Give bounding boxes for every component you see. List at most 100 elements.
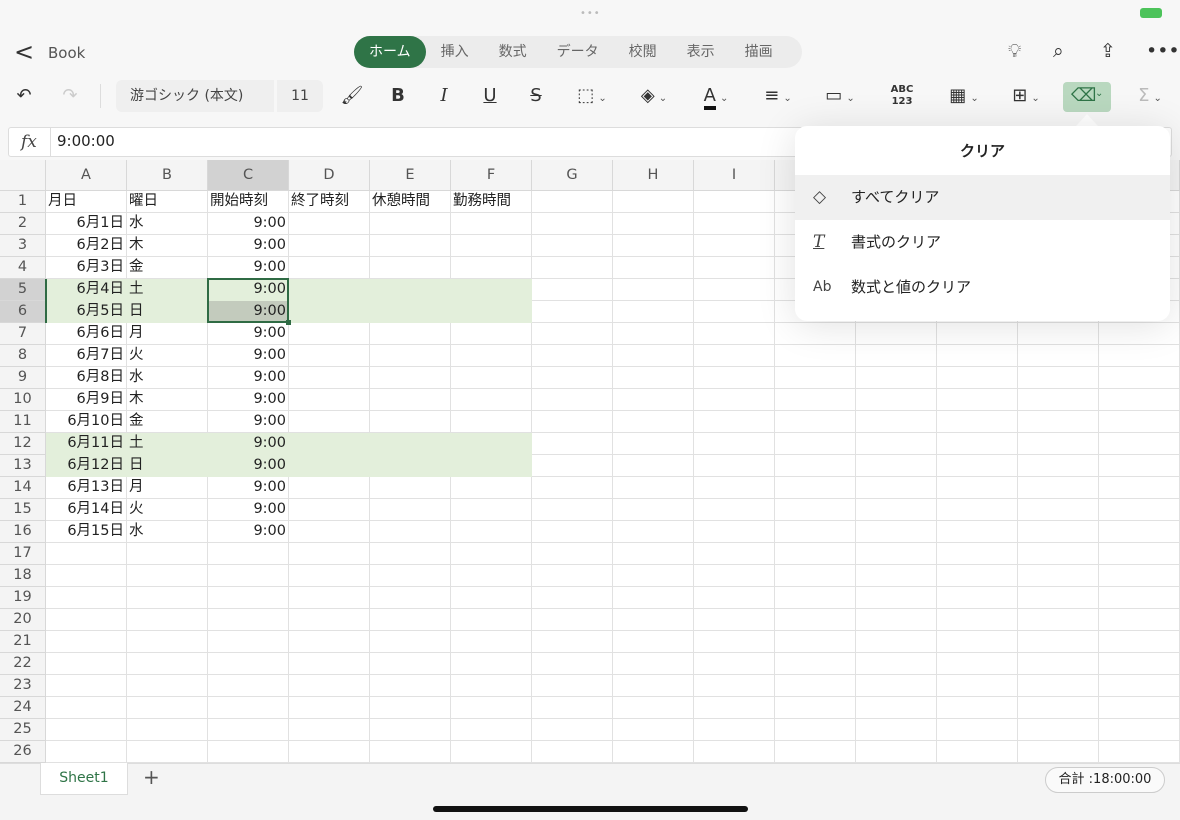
cell-j9[interactable] — [775, 367, 856, 389]
cell-g13[interactable] — [532, 455, 613, 477]
cell-c22[interactable] — [208, 653, 289, 675]
format-painter-icon[interactable]: 🖌︎ — [340, 78, 364, 114]
cell-e13[interactable] — [370, 455, 451, 477]
cell-d16[interactable] — [289, 521, 370, 543]
undo-icon[interactable]: ↶ — [10, 78, 38, 114]
cell-e4[interactable] — [370, 257, 451, 279]
cell-a20[interactable] — [46, 609, 127, 631]
cell-d6[interactable] — [289, 301, 370, 323]
cell-m20[interactable] — [1018, 609, 1099, 631]
cell-e19[interactable] — [370, 587, 451, 609]
cell-i12[interactable] — [694, 433, 775, 455]
cell-c4[interactable]: 9:00 — [208, 257, 289, 279]
cell-a4[interactable]: 6月3日 — [46, 257, 127, 279]
cell-j26[interactable] — [775, 741, 856, 763]
cell-m17[interactable] — [1018, 543, 1099, 565]
cell-l26[interactable] — [937, 741, 1018, 763]
cell-l9[interactable] — [937, 367, 1018, 389]
cell-k11[interactable] — [856, 411, 937, 433]
cell-c19[interactable] — [208, 587, 289, 609]
cell-k15[interactable] — [856, 499, 937, 521]
column-header-d[interactable]: D — [289, 160, 370, 191]
cell-j23[interactable] — [775, 675, 856, 697]
cell-c15[interactable]: 9:00 — [208, 499, 289, 521]
cell-d8[interactable] — [289, 345, 370, 367]
cell-k18[interactable] — [856, 565, 937, 587]
cell-b14[interactable]: 月 — [127, 477, 208, 499]
menu-item-clear-all[interactable]: ◇ すべてクリア — [795, 175, 1170, 220]
cell-h17[interactable] — [613, 543, 694, 565]
cell-a9[interactable]: 6月8日 — [46, 367, 127, 389]
column-width-icon[interactable]: ⊞ ⌄ — [1004, 78, 1048, 114]
cell-d1[interactable]: 終了時刻 — [289, 191, 370, 213]
cell-m22[interactable] — [1018, 653, 1099, 675]
cell-c7[interactable]: 9:00 — [208, 323, 289, 345]
cell-h19[interactable] — [613, 587, 694, 609]
cell-e16[interactable] — [370, 521, 451, 543]
cell-a14[interactable]: 6月13日 — [46, 477, 127, 499]
cell-g6[interactable] — [532, 301, 613, 323]
cell-h23[interactable] — [613, 675, 694, 697]
cell-m7[interactable] — [1018, 323, 1099, 345]
cell-a17[interactable] — [46, 543, 127, 565]
cell-m25[interactable] — [1018, 719, 1099, 741]
row-header-2[interactable]: 2 — [0, 213, 46, 235]
cell-c13[interactable]: 9:00 — [208, 455, 289, 477]
cell-g26[interactable] — [532, 741, 613, 763]
autosum-icon[interactable]: Σ ⌄ — [1128, 78, 1172, 114]
tab-draw[interactable]: 描画 — [730, 36, 788, 68]
number-format-icon[interactable]: ABC 123 — [880, 78, 924, 114]
cell-i25[interactable] — [694, 719, 775, 741]
cell-m8[interactable] — [1018, 345, 1099, 367]
cell-d7[interactable] — [289, 323, 370, 345]
cell-a6[interactable]: 6月5日 — [46, 301, 127, 323]
cell-a24[interactable] — [46, 697, 127, 719]
cell-d4[interactable] — [289, 257, 370, 279]
cell-b16[interactable]: 水 — [127, 521, 208, 543]
cell-b1[interactable]: 曜日 — [127, 191, 208, 213]
cell-g10[interactable] — [532, 389, 613, 411]
back-button[interactable]: < — [14, 38, 34, 66]
cell-h4[interactable] — [613, 257, 694, 279]
italic-icon[interactable]: I — [432, 78, 456, 114]
cell-j11[interactable] — [775, 411, 856, 433]
cell-e12[interactable] — [370, 433, 451, 455]
cell-c1[interactable]: 開始時刻 — [208, 191, 289, 213]
cell-j22[interactable] — [775, 653, 856, 675]
cell-m16[interactable] — [1018, 521, 1099, 543]
cell-i8[interactable] — [694, 345, 775, 367]
cell-f10[interactable] — [451, 389, 532, 411]
row-header-24[interactable]: 24 — [0, 697, 46, 719]
cell-j10[interactable] — [775, 389, 856, 411]
cell-j17[interactable] — [775, 543, 856, 565]
cell-l8[interactable] — [937, 345, 1018, 367]
cell-j21[interactable] — [775, 631, 856, 653]
cell-g16[interactable] — [532, 521, 613, 543]
cell-d9[interactable] — [289, 367, 370, 389]
cell-k22[interactable] — [856, 653, 937, 675]
column-header-i[interactable]: I — [694, 160, 775, 191]
cell-d11[interactable] — [289, 411, 370, 433]
row-header-23[interactable]: 23 — [0, 675, 46, 697]
cell-m12[interactable] — [1018, 433, 1099, 455]
cell-b23[interactable] — [127, 675, 208, 697]
cell-i22[interactable] — [694, 653, 775, 675]
cell-f2[interactable] — [451, 213, 532, 235]
cell-c6[interactable]: 9:00 — [208, 301, 289, 323]
cell-n23[interactable] — [1099, 675, 1180, 697]
cell-a25[interactable] — [46, 719, 127, 741]
cell-a15[interactable]: 6月14日 — [46, 499, 127, 521]
row-header-26[interactable]: 26 — [0, 741, 46, 763]
cell-e15[interactable] — [370, 499, 451, 521]
cell-i20[interactable] — [694, 609, 775, 631]
cell-f8[interactable] — [451, 345, 532, 367]
cell-m18[interactable] — [1018, 565, 1099, 587]
cell-a18[interactable] — [46, 565, 127, 587]
cell-k26[interactable] — [856, 741, 937, 763]
cell-a7[interactable]: 6月6日 — [46, 323, 127, 345]
cell-l25[interactable] — [937, 719, 1018, 741]
cell-k17[interactable] — [856, 543, 937, 565]
cell-e21[interactable] — [370, 631, 451, 653]
cell-e17[interactable] — [370, 543, 451, 565]
cell-c11[interactable]: 9:00 — [208, 411, 289, 433]
